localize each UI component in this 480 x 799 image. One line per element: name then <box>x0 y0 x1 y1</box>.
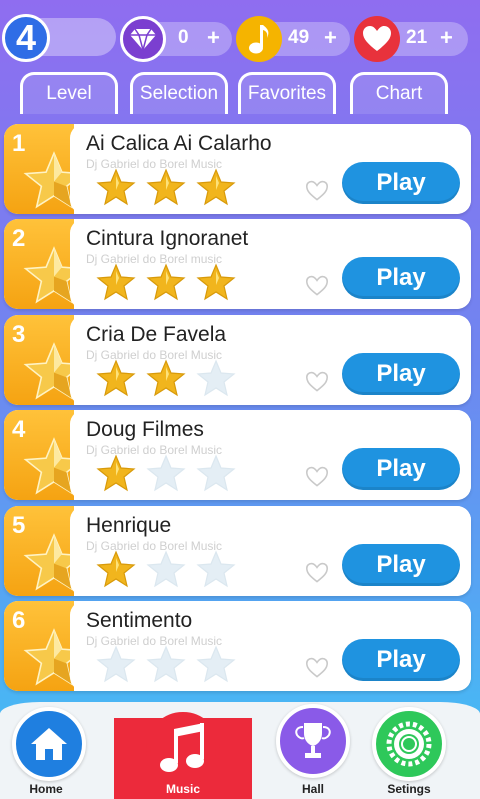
star-filled-icon <box>196 263 236 301</box>
song-card[interactable]: 4 Doug Filmes Dj Gabriel do Borel Music <box>4 410 471 500</box>
tab-level[interactable]: Level <box>20 72 118 114</box>
star-empty-icon <box>96 645 136 683</box>
lives-count: 21 <box>406 27 428 48</box>
star-empty-icon <box>196 645 236 683</box>
nav-music-button[interactable] <box>146 712 220 786</box>
tab-selection[interactable]: Selection <box>130 72 228 114</box>
star-empty-icon <box>196 359 236 397</box>
star-filled-icon <box>96 454 136 492</box>
nav-settings-label: Setings <box>387 782 431 796</box>
rank-panel: 6 <box>4 601 85 691</box>
diamond-icon <box>120 16 166 62</box>
top-bar: 4 0 + 49 + 21 + <box>0 0 480 66</box>
trophy-icon <box>295 723 331 758</box>
star-empty-icon <box>196 550 236 588</box>
gems-add-button[interactable]: + <box>207 25 220 51</box>
song-title: Henrique <box>86 514 172 537</box>
song-card[interactable]: 5 Henrique Dj Gabriel do Borel Music Pla… <box>4 506 471 596</box>
tab-chart[interactable]: Chart <box>350 72 448 114</box>
rank-panel: 2 <box>4 219 85 309</box>
rank-panel: 3 <box>4 315 85 405</box>
star-empty-icon <box>146 454 186 492</box>
home-icon <box>31 728 67 760</box>
star-rating <box>96 550 236 588</box>
notes-add-button[interactable]: + <box>324 25 337 51</box>
favorite-heart-icon[interactable] <box>305 371 329 393</box>
song-info: Cria De Favela Dj Gabriel do Borel Music… <box>70 315 471 405</box>
tab-favorites[interactable]: Favorites <box>238 72 336 114</box>
play-button[interactable]: Play <box>342 162 460 204</box>
notes-count: 49 <box>288 27 310 48</box>
play-button[interactable]: Play <box>342 544 460 586</box>
level-badge: 4 <box>2 14 50 62</box>
star-filled-icon <box>96 359 136 397</box>
star-rating <box>96 263 236 301</box>
rank-panel: 5 <box>4 506 85 596</box>
star-filled-icon <box>146 359 186 397</box>
gear-icon <box>386 721 432 767</box>
star-filled-icon <box>96 550 136 588</box>
favorite-heart-icon[interactable] <box>305 562 329 584</box>
favorite-heart-icon[interactable] <box>305 466 329 488</box>
song-info: Doug Filmes Dj Gabriel do Borel Music Pl… <box>70 410 471 500</box>
rank-panel: 4 <box>4 410 85 500</box>
star-filled-icon <box>196 168 236 206</box>
lives-add-button[interactable]: + <box>440 25 453 51</box>
heart-icon <box>354 16 400 62</box>
song-title: Doug Filmes <box>86 418 204 441</box>
play-button[interactable]: Play <box>342 257 460 299</box>
song-info: Henrique Dj Gabriel do Borel Music Play <box>70 506 471 596</box>
favorite-heart-icon[interactable] <box>305 180 329 202</box>
song-card[interactable]: 1 Ai Calica Ai Calarho Dj Gabriel do Bor… <box>4 124 471 214</box>
favorite-heart-icon[interactable] <box>305 275 329 297</box>
star-filled-icon <box>146 168 186 206</box>
nav-hall-button[interactable] <box>276 704 350 778</box>
favorite-heart-icon[interactable] <box>305 657 329 679</box>
song-card[interactable]: 2 Cintura Ignoranet Dj Gabriel do Borel … <box>4 219 471 309</box>
nav-home-label: Home <box>29 782 63 796</box>
star-filled-icon <box>146 263 186 301</box>
music-note-icon <box>236 16 282 62</box>
song-info: Sentimento Dj Gabriel do Borel Music Pla… <box>70 601 471 691</box>
nav-hall-label: Hall <box>301 782 324 796</box>
star-filled-icon <box>96 168 136 206</box>
song-title: Cria De Favela <box>86 323 227 346</box>
play-button[interactable]: Play <box>342 639 460 681</box>
rank-panel: 1 <box>4 124 85 214</box>
star-rating <box>96 645 236 683</box>
star-filled-icon <box>96 263 136 301</box>
star-rating <box>96 359 236 397</box>
nav-music-label: Music <box>165 782 200 796</box>
star-empty-icon <box>196 454 236 492</box>
gems-count: 0 <box>178 27 189 48</box>
music-note-icon <box>160 723 204 772</box>
song-card[interactable]: 3 Cria De Favela Dj Gabriel do Borel Mus… <box>4 315 471 405</box>
star-rating <box>96 454 236 492</box>
song-title: Ai Calica Ai Calarho <box>86 132 272 155</box>
song-title: Cintura Ignoranet <box>86 227 249 250</box>
star-empty-icon <box>146 645 186 683</box>
song-info: Ai Calica Ai Calarho Dj Gabriel do Borel… <box>70 124 471 214</box>
song-card[interactable]: 6 Sentimento Dj Gabriel do Borel Music P… <box>4 601 471 691</box>
star-empty-icon <box>146 550 186 588</box>
play-button[interactable]: Play <box>342 353 460 395</box>
nav-settings-button[interactable] <box>372 707 446 781</box>
song-title: Sentimento <box>86 609 193 632</box>
star-rating <box>96 168 236 206</box>
song-info: Cintura Ignoranet Dj Gabriel do Borel mu… <box>70 219 471 309</box>
nav-home-button[interactable] <box>12 707 86 781</box>
play-button[interactable]: Play <box>342 448 460 490</box>
